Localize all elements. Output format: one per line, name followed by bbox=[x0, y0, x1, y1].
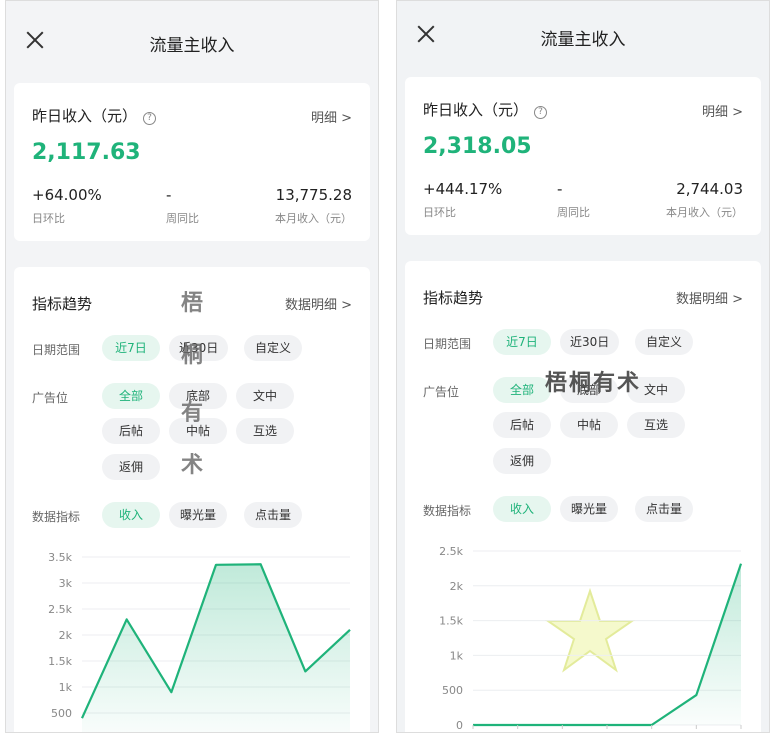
stat-label: 日环比 bbox=[423, 206, 456, 219]
series-area bbox=[82, 564, 350, 732]
stat-day-ratio: +64.00% 日环比 bbox=[32, 186, 102, 226]
page-title: 流量主收入 bbox=[149, 36, 235, 56]
chip-impressions[interactable]: 曝光量 bbox=[169, 502, 227, 528]
watermark-char: 梧 bbox=[181, 291, 204, 316]
help-icon[interactable]: ? bbox=[534, 106, 548, 119]
top-bar: 流量主收入 bbox=[397, 1, 769, 73]
watermark-char: 桐 bbox=[181, 343, 204, 368]
y-tick-label: 1k bbox=[59, 681, 73, 694]
y-tick-label: 3.5k bbox=[48, 551, 72, 564]
stat-month-income: 13,775.28 本月收入（元） bbox=[275, 186, 352, 226]
stat-label: 本月收入（元） bbox=[666, 206, 743, 219]
stat-label: 周同比 bbox=[557, 206, 590, 219]
chip-commission[interactable]: 返佣 bbox=[102, 454, 160, 480]
yesterday-income-text: 昨日收入（元） bbox=[32, 107, 138, 125]
watermark-text: 梧桐有术 bbox=[545, 371, 642, 396]
series-area bbox=[473, 563, 741, 725]
chip-commission[interactable]: 返佣 bbox=[493, 448, 551, 474]
stat-value: 13,775.28 bbox=[275, 186, 352, 204]
yesterday-income-value: 2,117.63 bbox=[32, 140, 141, 165]
data-detail-link[interactable]: 数据明细 > bbox=[676, 288, 743, 307]
trend-card: 指标趋势 数据明细 > 日期范围 近7日 近30日 自定义 广告位 全部 底部 … bbox=[14, 267, 370, 732]
stat-month-income: 2,744.03 本月收入（元） bbox=[666, 180, 743, 220]
stat-week-ratio: - 周同比 bbox=[166, 186, 199, 226]
y-tick-label: 2k bbox=[450, 580, 464, 593]
watermark-char: 术 bbox=[181, 453, 204, 478]
stat-label: 日环比 bbox=[32, 212, 65, 225]
chip-30-days[interactable]: 近30日 bbox=[560, 329, 620, 355]
metric-label: 数据指标 bbox=[423, 504, 472, 518]
chip-income[interactable]: 收入 bbox=[102, 502, 160, 528]
y-tick-label: 3k bbox=[59, 577, 73, 590]
chip-7-days[interactable]: 近7日 bbox=[493, 329, 551, 355]
y-tick-label: 1.5k bbox=[439, 615, 463, 628]
detail-link[interactable]: 明细 > bbox=[311, 107, 352, 126]
yesterday-income-label: 昨日收入（元）? bbox=[423, 99, 548, 120]
chip-7-days[interactable]: 近7日 bbox=[102, 335, 160, 361]
income-chart: 0 500 1k 1.5k 2k 2.5k bbox=[439, 545, 743, 732]
date-range-label: 日期范围 bbox=[32, 343, 81, 357]
stat-value: - bbox=[557, 180, 563, 198]
trend-card: 指标趋势 数据明细 > 日期范围 近7日 近30日 自定义 广告位 全部 底部 … bbox=[405, 261, 761, 732]
stat-label: 周同比 bbox=[166, 212, 199, 225]
yesterday-income-label: 昨日收入（元）? bbox=[32, 105, 157, 126]
stat-value: - bbox=[166, 186, 172, 204]
stat-day-ratio: +444.17% 日环比 bbox=[423, 180, 502, 220]
yesterday-income-text: 昨日收入（元） bbox=[423, 101, 529, 119]
chip-after-post[interactable]: 后帖 bbox=[102, 418, 160, 444]
chip-mutual-select[interactable]: 互选 bbox=[627, 412, 685, 438]
y-tick-label: 1.5k bbox=[48, 655, 72, 668]
metric-label: 数据指标 bbox=[32, 510, 81, 524]
income-summary-card: 昨日收入（元）? 明细 > 2,117.63 +64.00% 日环比 - 周同比 1… bbox=[14, 83, 370, 241]
y-tick-label: 500 bbox=[442, 684, 463, 697]
stat-value: 2,744.03 bbox=[676, 180, 743, 198]
right-screen: 流量主收入 昨日收入（元）? 明细 > 2,318.05 +444.17% 日环比… bbox=[396, 0, 770, 733]
watermark-char: 有 bbox=[181, 401, 204, 426]
y-tick-label: 1k bbox=[450, 649, 464, 662]
top-bar: 流量主收入 bbox=[6, 1, 378, 79]
stat-value: +444.17% bbox=[423, 180, 503, 198]
stat-week-ratio: - 周同比 bbox=[557, 180, 590, 220]
chip-clicks[interactable]: 点击量 bbox=[244, 502, 302, 528]
chip-after-post[interactable]: 后帖 bbox=[493, 412, 551, 438]
chip-mutual-select[interactable]: 互选 bbox=[236, 418, 294, 444]
help-icon[interactable]: ? bbox=[143, 112, 157, 125]
chip-clicks[interactable]: 点击量 bbox=[635, 496, 693, 522]
detail-link[interactable]: 明细 > bbox=[702, 101, 743, 120]
y-tick-label: 2k bbox=[59, 629, 73, 642]
chip-mid-post[interactable]: 中帖 bbox=[560, 412, 618, 438]
trend-title: 指标趋势 bbox=[32, 295, 93, 313]
chip-impressions[interactable]: 曝光量 bbox=[560, 496, 618, 522]
page-title: 流量主收入 bbox=[540, 30, 626, 50]
y-tick-label: 0 bbox=[456, 719, 463, 732]
chip-custom[interactable]: 自定义 bbox=[244, 335, 302, 361]
y-tick-label: 2.5k bbox=[439, 545, 463, 558]
date-range-label: 日期范围 bbox=[423, 337, 472, 351]
data-detail-link[interactable]: 数据明细 > bbox=[285, 294, 352, 313]
stat-value: +64.00% bbox=[32, 186, 102, 204]
trend-title: 指标趋势 bbox=[423, 289, 484, 307]
chip-in-text[interactable]: 文中 bbox=[236, 383, 294, 409]
stat-label: 本月收入（元） bbox=[275, 212, 352, 225]
y-tick-label: 500 bbox=[51, 707, 72, 720]
chip-all[interactable]: 全部 bbox=[102, 383, 160, 409]
ad-slot-label: 广告位 bbox=[32, 391, 69, 405]
yesterday-income-value: 2,318.05 bbox=[423, 134, 532, 159]
income-chart: 500 1k 1.5k 2k 2.5k 3k 3.5k bbox=[48, 551, 351, 732]
ad-slot-label: 广告位 bbox=[423, 385, 460, 399]
chip-all[interactable]: 全部 bbox=[493, 377, 551, 403]
left-screen: 流量主收入 昨日收入（元）? 明细 > 2,117.63 +64.00% 日环比 … bbox=[5, 0, 379, 733]
y-tick-label: 2.5k bbox=[48, 603, 72, 616]
chip-custom[interactable]: 自定义 bbox=[635, 329, 693, 355]
income-summary-card: 昨日收入（元）? 明细 > 2,318.05 +444.17% 日环比 - 周同比 … bbox=[405, 77, 761, 235]
chip-income[interactable]: 收入 bbox=[493, 496, 551, 522]
